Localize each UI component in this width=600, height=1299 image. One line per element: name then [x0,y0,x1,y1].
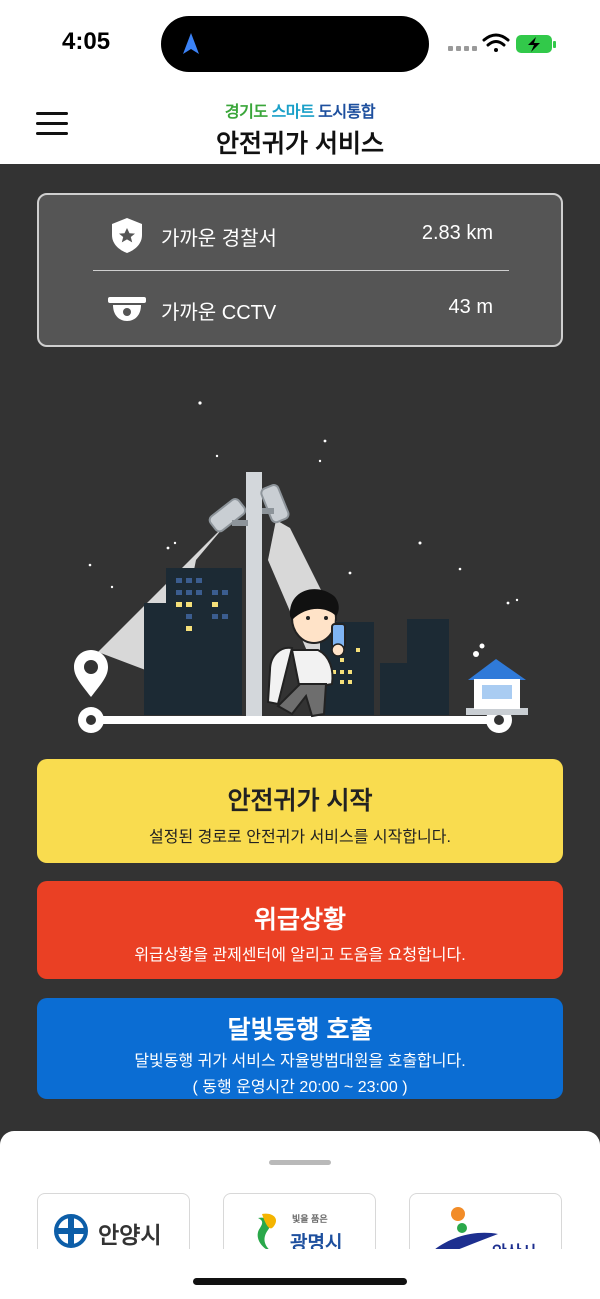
nearest-cctv-distance: 43 m [448,296,493,318]
brand-sub-gyeonggi: 경기도 [224,104,268,121]
start-safe-return-button[interactable]: 안전귀가 시작 설정된 경로로 안전귀가 서비스를 시작합니다. [37,759,563,863]
anyang-emblem-icon [54,1214,88,1248]
brand-subtitle: 경기도 스마트 도시통합 [0,98,600,122]
route-line [90,716,500,724]
home-icon [466,643,528,715]
anyang-name: 안양시 [98,1222,162,1248]
sheet-bottom-area [0,1249,600,1299]
moonlight-button-desc: 달빛동행 귀가 서비스 자율방범대원을 호출합니다. [134,1053,466,1070]
start-button-title: 안전귀가 시작 [227,787,373,815]
city-logo-sheet[interactable]: 안양시 빛을 품은 광명시 안산시 [0,1131,600,1299]
status-time: 4:05 [62,28,111,55]
gwangmyeong-tagline: 빛을 품은 [292,1214,328,1224]
home-indicator[interactable] [193,1278,407,1285]
nearby-info-panel: 가까운 경찰서 2.83 km 가까운 CCTV 43 m [37,193,563,347]
emergency-button[interactable]: 위급상황 위급상황을 관제센터에 알리고 도움을 요청합니다. [37,881,563,979]
status-icons [448,33,556,53]
moonlight-escort-button[interactable]: 달빛동행 호출 달빛동행 귀가 서비스 자율방범대원을 호출합니다. ( 동행 … [37,998,563,1099]
cctv-pole [246,472,262,716]
emergency-button-title: 위급상황 [253,906,346,934]
nearest-police-label: 가까운 경찰서 [161,228,277,250]
signal-icon [448,46,477,51]
location-arrow-icon [183,33,199,54]
moonlight-button-hours: ( 동행 운영시간 20:00 ~ 23:00 ) [192,1079,408,1096]
brand-block: 경기도 스마트 도시통합 안전귀가 서비스 [0,98,600,160]
page-title: 안전귀가 서비스 [216,130,384,158]
brand-sub-city: 도시통합 [318,104,376,121]
nearest-police-distance: 2.83 km [421,222,493,244]
battery-charging-icon [516,35,556,53]
nearest-police-row: 가까운 경찰서 2.83 km [39,197,561,271]
wifi-icon [482,33,510,52]
location-pin-icon [74,650,108,697]
app-header: 4:05 경기도 스마트 도시통합 안전귀가 서비스 [0,0,600,164]
brand-sub-smart: 스마트 [271,104,315,121]
emergency-button-desc: 위급상황을 관제센터에 알리고 도움을 요청합니다. [134,947,466,964]
night-walk-illustration [74,401,528,733]
sheet-drag-handle[interactable] [269,1160,331,1165]
moonlight-button-title: 달빛동행 호출 [227,1016,373,1044]
cctv-camera-right [260,484,290,524]
start-button-desc: 설정된 경로로 안전귀가 서비스를 시작합니다. [149,829,451,846]
nearest-cctv-row: 가까운 CCTV 43 m [39,271,561,345]
cctv-camera-left [208,498,247,533]
nearest-cctv-label: 가까운 CCTV [161,302,277,324]
police-badge-icon [112,218,142,253]
cctv-icon [108,297,146,321]
gwangmyeong-emblem-icon [257,1213,277,1252]
